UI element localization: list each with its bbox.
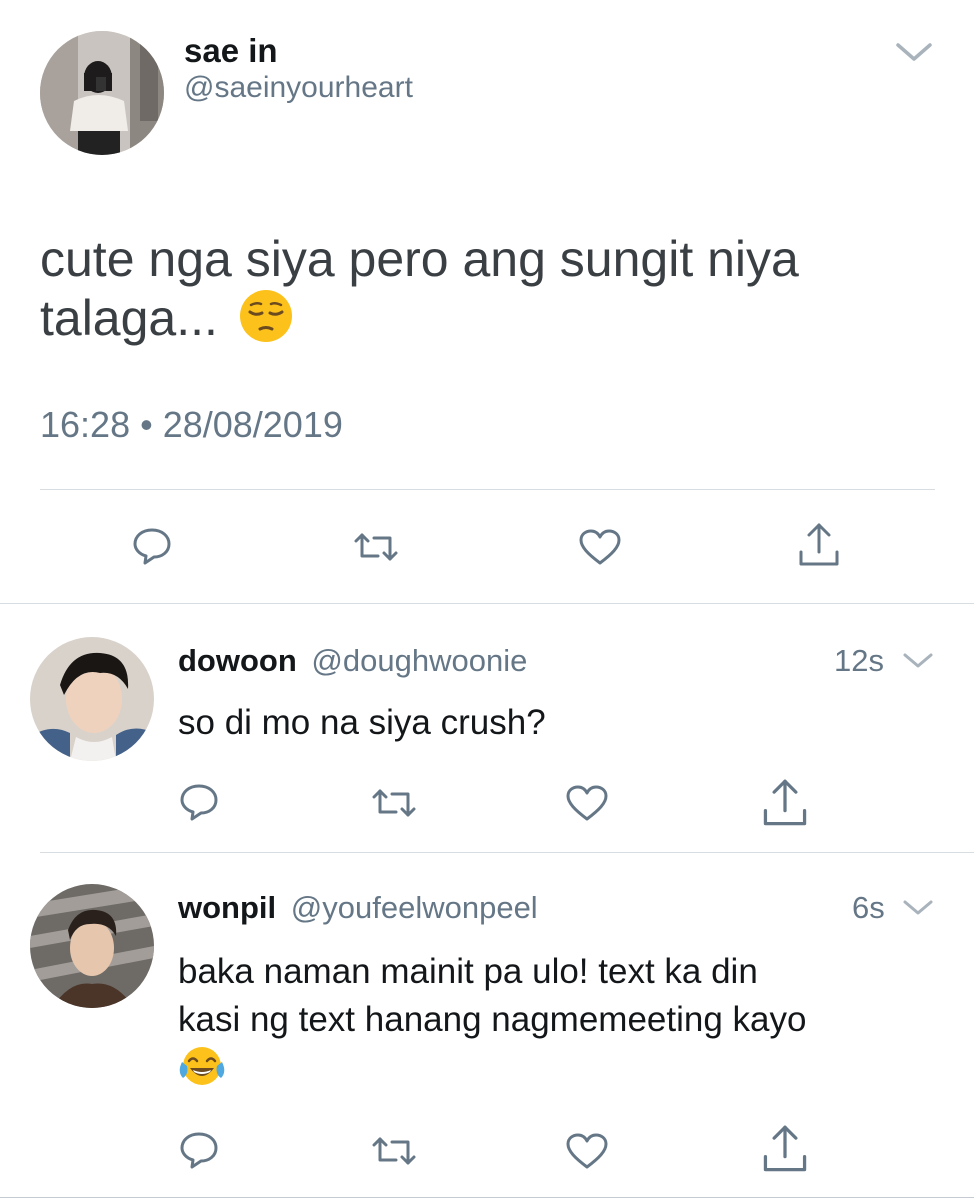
avatar[interactable] [30, 637, 154, 761]
divider [0, 603, 974, 604]
tweet-text-line2: talaga... [40, 288, 799, 356]
like-icon[interactable] [578, 528, 622, 566]
tweet-text-line1: cute nga siya pero ang sungit niya [40, 231, 799, 287]
display-name[interactable]: wonpil [178, 890, 276, 925]
reply-text-line1: baka naman mainit pa ulo! text ka din [178, 952, 758, 991]
handle[interactable]: @doughwoonie [311, 643, 527, 678]
divider [0, 1197, 974, 1198]
retweet-icon[interactable] [370, 1134, 418, 1168]
divider [40, 489, 935, 490]
face-with-tears-of-joy-icon [178, 1044, 226, 1101]
reply-icon[interactable] [178, 1130, 220, 1170]
timestamp[interactable]: 16:28 • 28/08/2019 [40, 404, 343, 446]
reply-icon[interactable] [131, 526, 173, 566]
reply-header: dowoon @doughwoonie [178, 643, 527, 679]
display-name[interactable]: sae in [184, 32, 278, 70]
retweet-icon[interactable] [370, 786, 418, 820]
share-icon[interactable] [796, 522, 842, 568]
reply-header: wonpil @youfeelwonpeel [178, 890, 538, 926]
share-icon[interactable] [760, 778, 810, 828]
reply-text-line2: kasi ng text hanang nagmemeeting kayo [178, 1000, 807, 1039]
share-icon[interactable] [760, 1124, 810, 1174]
chevron-down-icon[interactable] [894, 40, 934, 66]
avatar[interactable] [30, 884, 154, 1008]
retweet-icon[interactable] [352, 530, 400, 564]
reply-time[interactable]: 6s [852, 890, 885, 926]
tweet-text: cute nga siya pero ang sungit niya talag… [40, 230, 799, 356]
reply-text-line3 [178, 1044, 806, 1101]
reply-icon[interactable] [178, 782, 220, 822]
reply-text: so di mo na siya crush? [178, 703, 546, 742]
divider [40, 852, 974, 853]
chevron-down-icon[interactable] [902, 898, 934, 918]
avatar[interactable] [40, 31, 164, 155]
like-icon[interactable] [565, 784, 609, 822]
handle[interactable]: @youfeelwonpeel [291, 890, 538, 925]
reply-text: baka naman mainit pa ulo! text ka din ka… [178, 948, 806, 1101]
pensive-face-icon [238, 288, 294, 356]
display-name[interactable]: dowoon [178, 643, 297, 678]
reply-time[interactable]: 12s [834, 643, 884, 679]
chevron-down-icon[interactable] [902, 651, 934, 671]
like-icon[interactable] [565, 1132, 609, 1170]
handle[interactable]: @saeinyourheart [184, 71, 413, 105]
